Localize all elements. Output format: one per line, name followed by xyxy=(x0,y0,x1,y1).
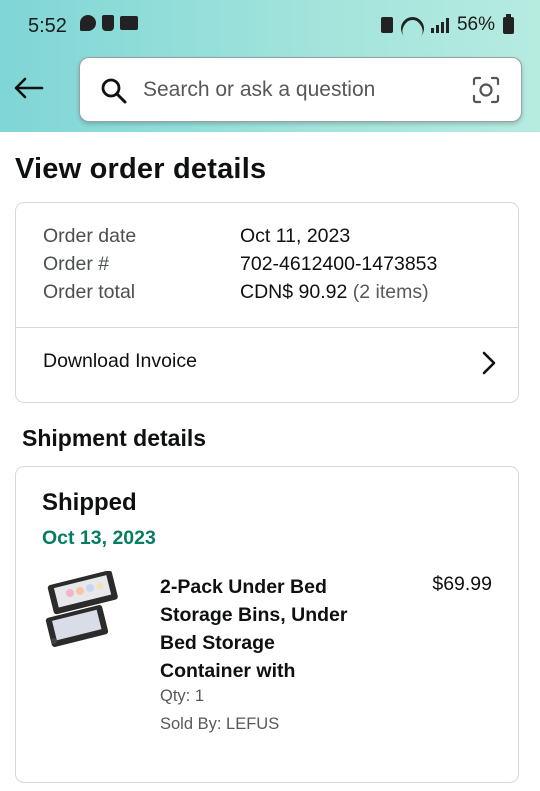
order-total-value: CDN$ 90.92 xyxy=(240,281,348,303)
camera-scan-icon[interactable] xyxy=(471,75,501,105)
shipment-details-heading: Shipment details xyxy=(22,425,207,451)
search-icon xyxy=(101,78,127,104)
back-button[interactable] xyxy=(10,70,46,106)
shipment-status: Shipped xyxy=(42,489,137,516)
battery-percent: 56% xyxy=(456,14,495,35)
download-invoice-row[interactable]: Download Invoice xyxy=(16,328,518,403)
wifi-icon xyxy=(401,17,423,33)
mail-icon xyxy=(120,16,138,30)
chevron-right-icon xyxy=(482,351,496,375)
cell-signal-icon xyxy=(430,17,449,33)
order-item-count: (2 items) xyxy=(352,281,429,303)
arrow-left-icon xyxy=(14,77,44,99)
notification-icons xyxy=(80,15,138,31)
product-quantity: Qty: 1 xyxy=(160,687,205,705)
product-price: $69.99 xyxy=(432,573,492,595)
order-total-label: Order total xyxy=(43,281,136,303)
product-thumbnail[interactable] xyxy=(44,571,124,651)
cup-icon xyxy=(102,15,114,31)
shipment-card: Shipped Oct 13, 2023 2-Pack Under Bed St… xyxy=(15,466,519,783)
order-summary-card: Order date Oct 11, 2023 Order # 702-4612… xyxy=(15,202,519,403)
battery-icon xyxy=(503,13,514,34)
system-icons: 56% xyxy=(380,13,514,36)
search-bar[interactable]: Search or ask a question xyxy=(79,57,522,122)
status-time: 5:52 xyxy=(28,15,67,37)
download-invoice-label: Download Invoice xyxy=(43,350,197,372)
product-seller: Sold By: LEFUS xyxy=(160,715,280,733)
order-number-value: 702-4612400-1473853 xyxy=(240,253,438,275)
shipment-date: Oct 13, 2023 xyxy=(42,527,156,549)
search-input[interactable]: Search or ask a question xyxy=(143,78,375,102)
chat-bubble-icon xyxy=(80,15,96,31)
status-bar: 5:52 56% xyxy=(0,0,540,52)
battery-saver-icon xyxy=(380,17,393,33)
page-title: View order details xyxy=(15,153,267,185)
product-title-link[interactable]: 2-Pack Under Bed Storage Bins, Under Bed… xyxy=(160,573,370,685)
order-number-label: Order # xyxy=(43,253,110,275)
app-header: 5:52 56% Search or ask a question xyxy=(0,0,540,132)
order-total: CDN$ 90.92 (2 items) xyxy=(240,281,429,304)
order-date-value: Oct 11, 2023 xyxy=(240,225,351,247)
order-date-label: Order date xyxy=(43,225,137,247)
